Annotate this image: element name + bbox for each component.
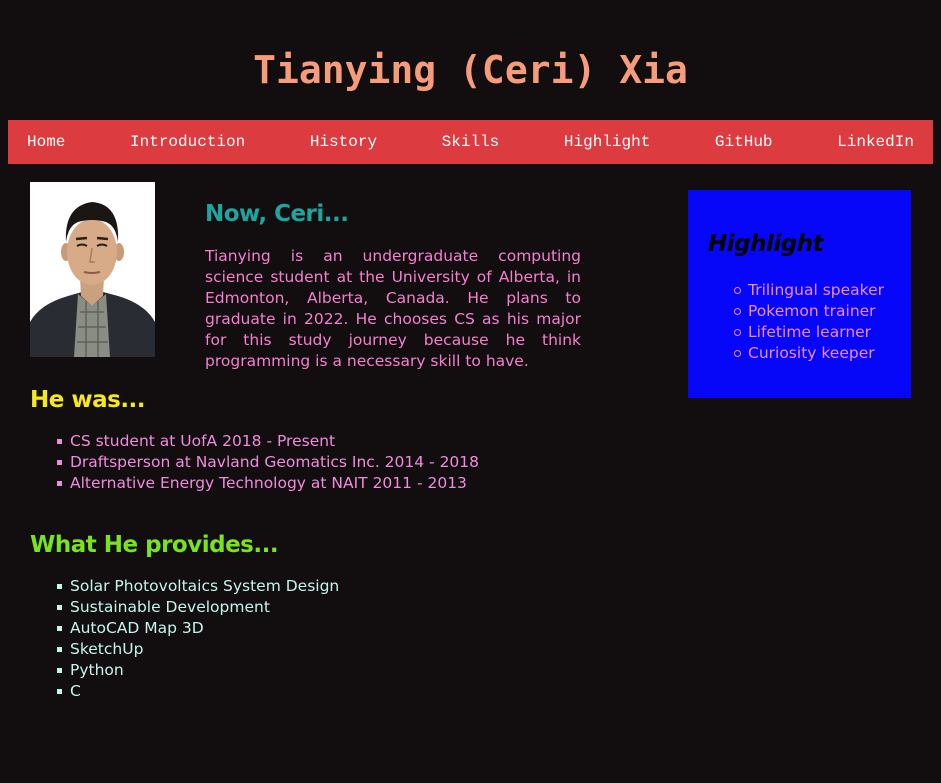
page-title: Tianying (Ceri) Xia	[253, 48, 688, 92]
highlight-item: Curiosity keeper	[734, 343, 884, 364]
skills-list: Solar Photovoltaics System Design Sustai…	[56, 576, 340, 702]
skill-item: C	[56, 681, 339, 702]
nav-link-introduction[interactable]: Introduction	[130, 133, 245, 151]
portrait-image	[30, 182, 155, 357]
skills-heading: What He provides...	[30, 532, 279, 558]
profile-photo	[30, 182, 155, 357]
skill-item: Sustainable Development	[56, 597, 339, 618]
history-item: CS student at UofA 2018 - Present	[56, 431, 479, 452]
skill-item: Python	[56, 660, 339, 681]
nav-link-linkedin[interactable]: LinkedIn	[837, 133, 914, 151]
highlight-panel: Highlight Trilingual speaker Pokemon tra…	[688, 190, 911, 398]
intro-paragraph: Tianying is an undergraduate computing s…	[205, 247, 581, 370]
highlight-list: Trilingual speaker Pokemon trainer Lifet…	[734, 280, 884, 364]
history-list: CS student at UofA 2018 - Present Drafts…	[56, 431, 480, 494]
history-item: Draftsperson at Navland Geomatics Inc. 2…	[56, 453, 480, 471]
highlight-heading: Highlight	[708, 231, 824, 257]
highlight-item: Trilingual speaker	[734, 281, 884, 299]
history-item: Alternative Energy Technology at NAIT 20…	[56, 473, 479, 494]
nav-link-history[interactable]: History	[310, 133, 377, 151]
skill-item: AutoCAD Map 3D	[56, 618, 339, 639]
skill-item: Solar Photovoltaics System Design	[56, 577, 340, 595]
highlight-item: Lifetime learner	[734, 322, 884, 343]
nav-link-highlight[interactable]: Highlight	[564, 133, 650, 151]
nav-link-skills[interactable]: Skills	[442, 133, 500, 151]
highlight-item: Pokemon trainer	[734, 301, 884, 322]
intro-heading: Now, Ceri...	[205, 201, 349, 227]
skill-item: SketchUp	[56, 639, 339, 660]
navbar: Home Introduction History Skills Highlig…	[8, 120, 933, 164]
history-heading: He was...	[30, 387, 146, 413]
nav-link-home[interactable]: Home	[27, 133, 65, 151]
nav-link-github[interactable]: GitHub	[715, 133, 773, 151]
